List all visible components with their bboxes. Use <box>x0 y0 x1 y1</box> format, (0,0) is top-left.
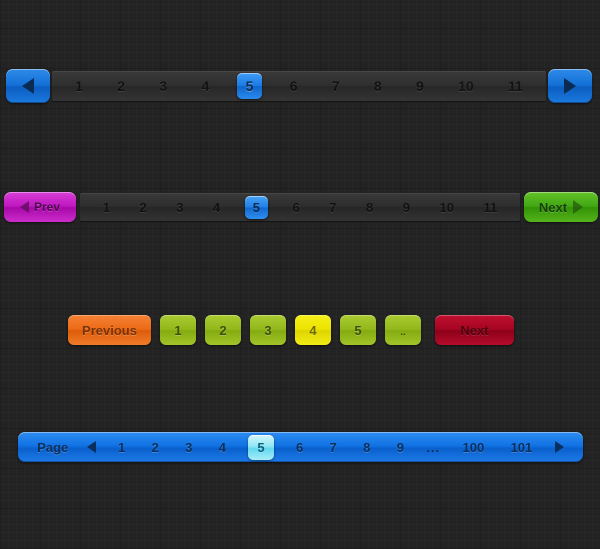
triangle-right-icon <box>573 200 584 214</box>
page-link[interactable]: 3 <box>250 315 286 345</box>
page-link[interactable]: 3 <box>181 438 196 457</box>
page-link[interactable]: 10 <box>451 75 481 97</box>
triangle-left-icon[interactable] <box>86 441 96 453</box>
page-link[interactable]: 5 <box>340 315 376 345</box>
next-page-button[interactable]: Next <box>435 315 514 345</box>
page-link-active[interactable]: 4 <box>295 315 331 345</box>
page-number-strip: 1 2 3 4 5 6 7 8 9 10 11 <box>52 71 546 101</box>
page-link[interactable]: 1 <box>98 198 115 217</box>
pagination-bar-prev-next: Prev 1 2 3 4 5 6 7 8 9 10 11 Next <box>4 190 598 224</box>
page-link[interactable]: 1 <box>160 315 196 345</box>
page-link[interactable]: 101 <box>507 438 537 457</box>
triangle-right-icon <box>564 78 576 94</box>
page-link[interactable]: 9 <box>409 75 431 97</box>
page-link[interactable]: 9 <box>393 438 408 457</box>
next-label: Next <box>538 199 568 215</box>
previous-page-button[interactable]: Prev <box>4 192 76 222</box>
page-link[interactable]: 7 <box>326 438 341 457</box>
previous-page-button[interactable] <box>6 69 50 103</box>
previous-page-button[interactable]: Previous <box>68 315 151 345</box>
next-page-button[interactable]: Next <box>524 192 598 222</box>
triangle-left-icon <box>19 201 29 213</box>
page-link[interactable]: 2 <box>205 315 241 345</box>
page-link[interactable]: 100 <box>459 438 489 457</box>
page-link[interactable]: 4 <box>215 438 230 457</box>
page-link[interactable]: 8 <box>359 438 374 457</box>
page-ellipsis: ... <box>426 439 441 455</box>
page-link-active[interactable]: 5 <box>244 195 268 219</box>
page-link[interactable]: 8 <box>361 198 378 217</box>
pagination-bar-pill-buttons: Previous 1 2 3 4 5 .. Next <box>68 315 514 345</box>
pagination-bar-blue-solid: Page 1 2 3 4 5 6 7 8 9 ... 100 101 <box>18 432 583 462</box>
page-link[interactable]: 3 <box>171 198 188 217</box>
page-link[interactable]: 11 <box>478 198 502 217</box>
page-link[interactable]: 2 <box>110 75 132 97</box>
page-link[interactable]: 7 <box>324 198 341 217</box>
page-label: Page <box>37 439 69 455</box>
page-link[interactable]: 4 <box>208 198 225 217</box>
page-link[interactable]: 9 <box>398 198 415 217</box>
page-link[interactable]: 6 <box>292 438 307 457</box>
page-link[interactable]: 8 <box>367 75 389 97</box>
page-link[interactable]: 4 <box>194 75 216 97</box>
page-link[interactable]: 10 <box>435 198 459 217</box>
triangle-left-icon <box>22 78 34 94</box>
page-link-active[interactable]: 5 <box>236 73 263 99</box>
page-link[interactable]: 7 <box>325 75 347 97</box>
page-link-active[interactable]: 5 <box>248 434 274 460</box>
page-link[interactable]: 3 <box>152 75 174 97</box>
page-link[interactable]: 6 <box>283 75 305 97</box>
page-link[interactable]: 2 <box>148 438 163 457</box>
pagination-bar-blue-arrows: 1 2 3 4 5 6 7 8 9 10 11 <box>6 68 592 104</box>
next-page-button[interactable] <box>548 69 592 103</box>
triangle-right-icon[interactable] <box>554 441 564 453</box>
page-link[interactable]: 1 <box>114 438 129 457</box>
page-number-strip: 1 2 3 4 5 6 7 8 9 10 11 <box>80 193 520 221</box>
page-ellipsis-button[interactable]: .. <box>385 315 421 345</box>
page-link[interactable]: 11 <box>501 75 530 97</box>
previous-label: Prev <box>33 200 61 214</box>
page-link[interactable]: 6 <box>288 198 305 217</box>
page-link[interactable]: 2 <box>135 198 152 217</box>
page-link[interactable]: 1 <box>68 75 90 97</box>
